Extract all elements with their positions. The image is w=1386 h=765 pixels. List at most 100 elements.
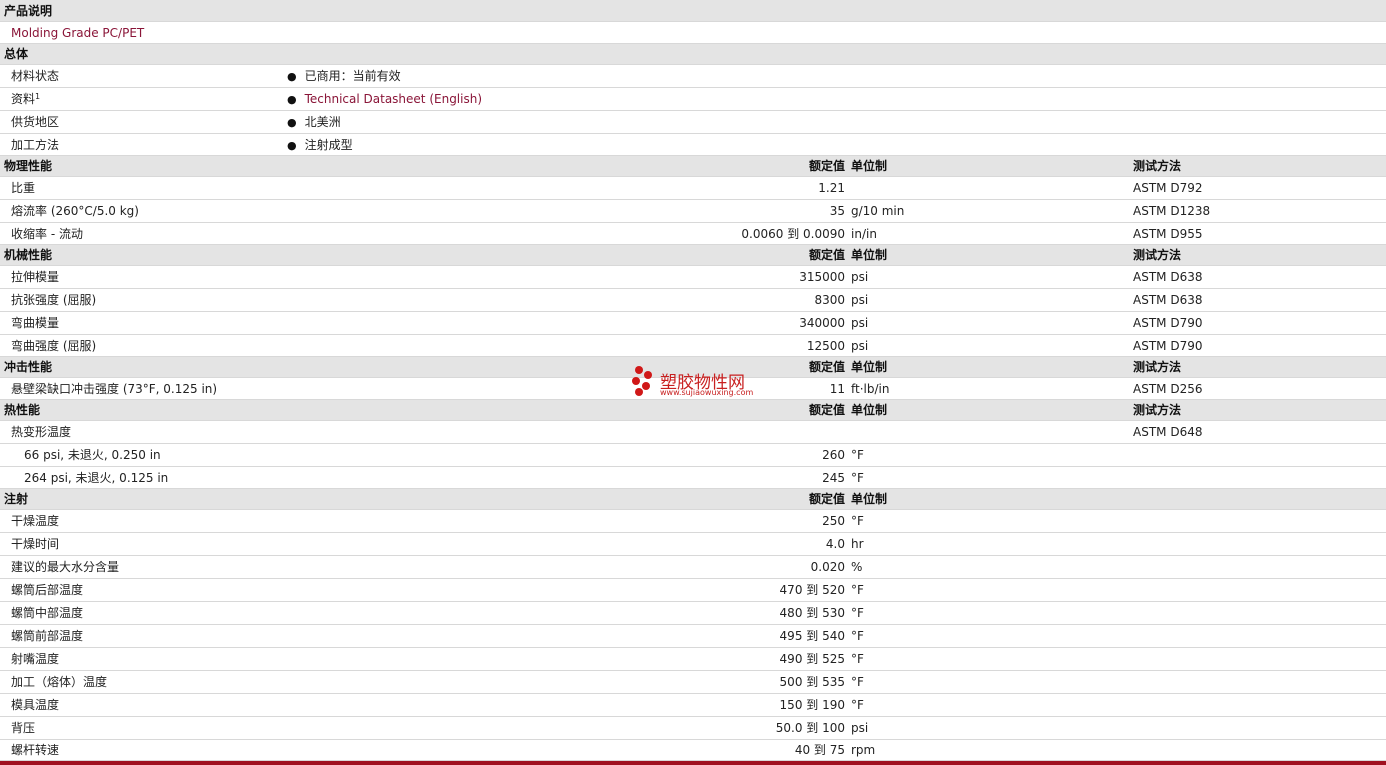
bullet-value[interactable]: Technical Datasheet (English) [287, 88, 482, 111]
table-row: 干燥温度 250 °F [0, 510, 1386, 533]
value-cell: 12500 [806, 339, 845, 353]
table-row: 熔流率 (260°C/5.0 kg) 35 g/10 min ASTM D1238 [0, 200, 1386, 223]
unit-cell: psi [851, 293, 869, 307]
test-method-cell: ASTM D790 [1133, 316, 1203, 330]
unit-cell: °F [851, 629, 864, 643]
unit-cell: °F [851, 698, 864, 712]
value-cell: 40 到 75 [794, 743, 845, 757]
table-row: 材料状态 已商用：当前有效 [0, 65, 1386, 88]
column-header-value: 额定值 [808, 360, 845, 374]
table-row: 弯曲强度 (屈服) 12500 psi ASTM D790 [0, 335, 1386, 357]
property-label: 比重 [11, 181, 36, 195]
column-header-value: 额定值 [808, 248, 845, 262]
table-row: 模具温度 150 到 190 °F [0, 694, 1386, 717]
property-label-text: 资料 [11, 92, 36, 106]
section-title: 热性能 [4, 403, 41, 417]
column-header-unit: 单位制 [851, 492, 888, 506]
section-title: 产品说明 [4, 4, 53, 18]
table-row: 收缩率 - 流动 0.0060 到 0.0090 in/in ASTM D955 [0, 223, 1386, 245]
value-cell: 50.0 到 100 [775, 721, 845, 735]
unit-cell: psi [851, 270, 869, 284]
table-row: 弯曲模量 340000 psi ASTM D790 [0, 312, 1386, 335]
bullet-value: 北美洲 [287, 111, 341, 134]
table-row: 抗张强度 (屈服) 8300 psi ASTM D638 [0, 289, 1386, 312]
unit-cell: °F [851, 583, 864, 597]
section-title: 注射 [4, 492, 29, 506]
watermark-url: www.sujiaowuxing.com [660, 388, 754, 397]
section-header: 物理性能 额定值 单位制 测试方法 [0, 156, 1386, 177]
unit-cell: g/10 min [851, 204, 905, 218]
property-label: 抗张强度 (屈服) [11, 293, 97, 307]
table-row: 射嘴温度 490 到 525 °F [0, 648, 1386, 671]
property-label: 螺杆转速 [11, 743, 60, 757]
unit-cell: in/in [851, 227, 877, 241]
property-label: 干燥时间 [11, 537, 60, 551]
property-label: 加工（熔体）温度 [11, 675, 108, 689]
property-label: 背压 [11, 721, 36, 735]
column-header-unit: 单位制 [851, 159, 888, 173]
column-header-test: 测试方法 [1133, 403, 1182, 417]
column-header-test: 测试方法 [1133, 360, 1182, 374]
table-row: 加工方法 注射成型 [0, 134, 1386, 156]
section-title: 物理性能 [4, 159, 53, 173]
column-header-unit: 单位制 [851, 248, 888, 262]
test-method-cell: ASTM D648 [1133, 425, 1203, 439]
value-cell: 260 [822, 448, 845, 462]
value-cell: 245 [822, 471, 845, 485]
table-row: 资料1 Technical Datasheet (English) [0, 88, 1386, 111]
value-cell: 8300 [814, 293, 845, 307]
property-label: 建议的最大水分含量 [11, 560, 120, 574]
unit-cell: °F [851, 675, 864, 689]
table-row: 66 psi, 未退火, 0.250 in 260 °F [0, 444, 1386, 467]
unit-cell: psi [851, 339, 869, 353]
unit-cell: ft·lb/in [851, 382, 890, 396]
dots-icon [632, 366, 652, 396]
unit-cell: °F [851, 606, 864, 620]
property-label: 供货地区 [11, 115, 60, 129]
bullet-value: 注射成型 [287, 134, 353, 157]
property-label: 螺筒后部温度 [11, 583, 84, 597]
value-cell: 340000 [799, 316, 845, 330]
test-method-cell: ASTM D638 [1133, 270, 1203, 284]
column-header-unit: 单位制 [851, 360, 888, 374]
column-header-value: 额定值 [808, 159, 845, 173]
property-label: 热变形温度 [11, 425, 72, 439]
column-header-value: 额定值 [808, 492, 845, 506]
unit-cell: °F [851, 652, 864, 666]
table-row: 供货地区 北美洲 [0, 111, 1386, 134]
property-label: 加工方法 [11, 138, 60, 152]
property-label: 材料状态 [11, 69, 60, 83]
section-header: 热性能 额定值 单位制 测试方法 [0, 400, 1386, 421]
value-cell: 11 [829, 382, 845, 396]
table-row: Molding Grade PC/PET [0, 22, 1386, 44]
table-row: 建议的最大水分含量 0.020% [0, 556, 1386, 579]
unit-cell: psi [851, 721, 869, 735]
column-header-test: 测试方法 [1133, 159, 1182, 173]
unit-cell: psi [851, 316, 869, 330]
property-label[interactable]: Molding Grade PC/PET [11, 22, 144, 44]
unit-cell: hr [851, 537, 864, 551]
unit-cell: rpm [851, 743, 876, 757]
property-label: 模具温度 [11, 698, 60, 712]
footnote-marker[interactable]: 1 [35, 92, 40, 101]
bottom-bar [0, 761, 1386, 765]
column-header-value: 额定值 [808, 403, 845, 417]
value-cell: 500 到 535 [779, 675, 845, 689]
property-label: 螺筒中部温度 [11, 606, 84, 620]
watermark-logo: 塑胶物性网 www.sujiaowuxing.com [630, 364, 770, 400]
table-row: 比重 1.21 ASTM D792 [0, 177, 1386, 200]
table-row: 加工（熔体）温度 500 到 535 °F [0, 671, 1386, 694]
property-label: 干燥温度 [11, 514, 60, 528]
table-row: 拉伸模量 315000 psi ASTM D638 [0, 266, 1386, 289]
test-method-cell: ASTM D256 [1133, 382, 1203, 396]
table-row: 螺筒后部温度 470 到 520 °F [0, 579, 1386, 602]
property-label: 射嘴温度 [11, 652, 60, 666]
unit-cell: °F [851, 514, 864, 528]
section-title: 总体 [4, 47, 29, 61]
section-title: 冲击性能 [4, 360, 53, 374]
value-cell: 35 [829, 204, 845, 218]
table-row: 背压 50.0 到 100 psi [0, 717, 1386, 740]
value-cell: 490 到 525 [779, 652, 845, 666]
section-header: 产品说明 [0, 0, 1386, 22]
bullet-value: 已商用：当前有效 [287, 65, 401, 88]
